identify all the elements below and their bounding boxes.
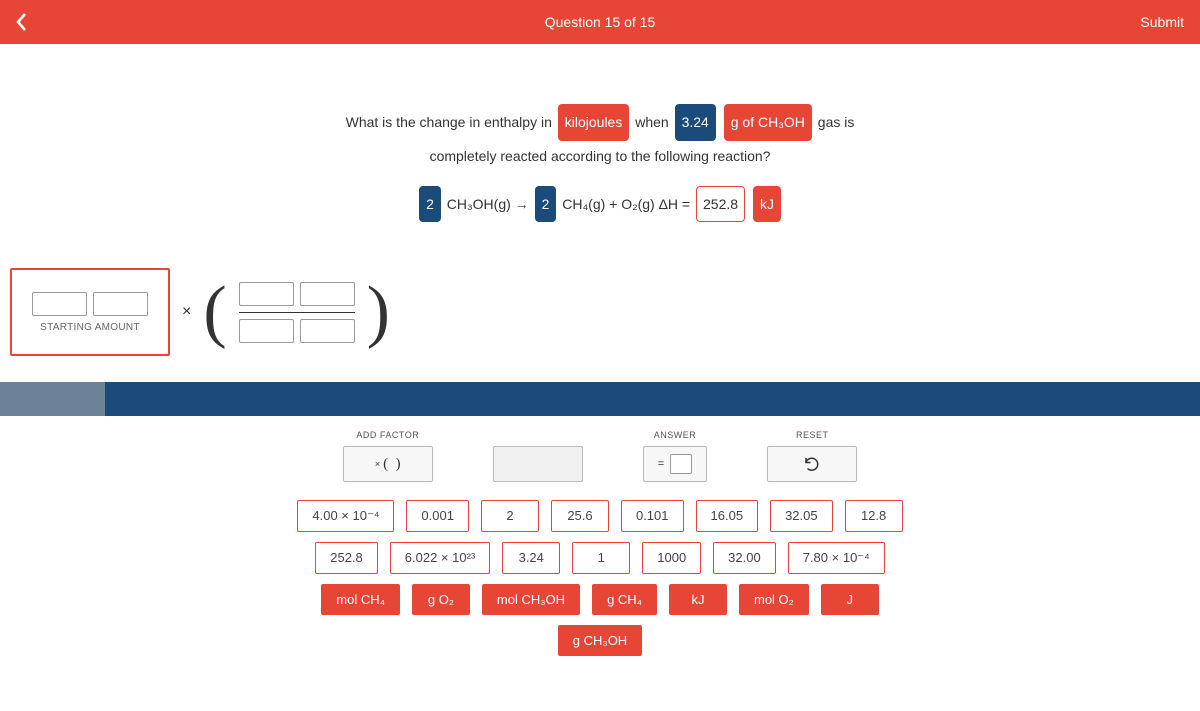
factor-den-unit[interactable] xyxy=(300,319,355,343)
start-unit-slot[interactable] xyxy=(93,292,148,316)
factor-num-value[interactable] xyxy=(239,282,294,306)
prompt-text: when xyxy=(635,114,668,130)
eq-coef: 2 xyxy=(419,186,441,223)
value-tile[interactable]: 12.8 xyxy=(845,500,903,532)
add-factor-label: ADD FACTOR xyxy=(343,430,433,440)
paren-open: ( xyxy=(203,284,226,340)
question-counter: Question 15 of 15 xyxy=(545,14,656,30)
chip-kilojoules: kilojoules xyxy=(558,104,630,141)
back-button[interactable] xyxy=(0,0,44,44)
submit-button[interactable]: Submit xyxy=(1140,14,1200,30)
value-tile[interactable]: 25.6 xyxy=(551,500,609,532)
prompt-text: What is the change in enthalpy in xyxy=(346,114,552,130)
reset-label: RESET xyxy=(767,430,857,440)
reset-button[interactable] xyxy=(767,446,857,482)
undo-icon xyxy=(803,455,821,473)
blank-label xyxy=(493,430,583,440)
starting-amount-label: STARTING AMOUNT xyxy=(40,322,140,333)
value-tile[interactable]: 2 xyxy=(481,500,539,532)
chip-substance: g of CH₃OH xyxy=(724,104,812,141)
divider-bar xyxy=(0,382,1200,416)
value-tile[interactable]: 1 xyxy=(572,542,630,574)
question-prompt: What is the change in enthalpy in kilojo… xyxy=(0,44,1200,262)
value-tile[interactable]: 7.80 × 10⁻⁴ xyxy=(788,542,885,574)
value-tile[interactable]: 252.8 xyxy=(315,542,378,574)
value-tile[interactable]: 32.00 xyxy=(713,542,776,574)
value-tile[interactable]: 4.00 × 10⁻⁴ xyxy=(297,500,394,532)
tile-row-4: g CH₃OH xyxy=(558,625,642,656)
tile-row-2: 252.8 6.022 × 10²³ 3.24 1 1000 32.00 7.8… xyxy=(315,542,885,574)
unit-tile[interactable]: kJ xyxy=(669,584,727,615)
prompt-text: gas is xyxy=(818,114,855,130)
answer-slot[interactable] xyxy=(670,454,692,474)
answer-box[interactable]: = xyxy=(643,446,707,482)
unit-tile[interactable]: mol CH₃OH xyxy=(482,584,580,615)
tile-bank: 4.00 × 10⁻⁴ 0.001 2 25.6 0.101 16.05 32.… xyxy=(0,500,1200,656)
unit-tile[interactable]: g CH₄ xyxy=(592,584,657,615)
value-tile[interactable]: 16.05 xyxy=(696,500,759,532)
value-tile[interactable]: 3.24 xyxy=(502,542,560,574)
paren-close: ) xyxy=(367,284,390,340)
value-tile[interactable]: 0.001 xyxy=(406,500,469,532)
eq-deltaH: 252.8 xyxy=(696,186,745,223)
unit-tile[interactable]: mol CH₄ xyxy=(321,584,400,615)
eq-unit: kJ xyxy=(753,186,781,223)
answer-label: ANSWER xyxy=(643,430,707,440)
unit-tile[interactable]: g O₂ xyxy=(412,584,470,615)
eq-text: CH₄(g) + O₂(g) ΔH = xyxy=(562,196,690,212)
factor-den-value[interactable] xyxy=(239,319,294,343)
value-tile[interactable]: 1000 xyxy=(642,542,701,574)
app-header: Question 15 of 15 Submit xyxy=(0,0,1200,44)
unit-tile[interactable]: g CH₃OH xyxy=(558,625,642,656)
starting-amount-box[interactable]: STARTING AMOUNT xyxy=(10,268,170,356)
unit-tile[interactable]: mol O₂ xyxy=(739,584,809,615)
start-value-slot[interactable] xyxy=(32,292,87,316)
tile-row-1: 4.00 × 10⁻⁴ 0.001 2 25.6 0.101 16.05 32.… xyxy=(297,500,902,532)
add-factor-button[interactable]: ×( ) xyxy=(343,446,433,482)
multiply-sign: × xyxy=(182,303,191,321)
conversion-factor[interactable] xyxy=(239,282,355,343)
equals-sign: = xyxy=(658,458,664,470)
times-icon: × xyxy=(375,459,380,469)
fraction-bar xyxy=(239,312,355,313)
tile-row-3: mol CH₄ g O₂ mol CH₃OH g CH₄ kJ mol O₂ J xyxy=(321,584,878,615)
value-tile[interactable]: 32.05 xyxy=(770,500,833,532)
prompt-text: completely reacted according to the foll… xyxy=(20,141,1180,172)
factor-num-unit[interactable] xyxy=(300,282,355,306)
eq-coef: 2 xyxy=(535,186,557,223)
chip-mass: 3.24 xyxy=(675,104,716,141)
controls-row: ADD FACTOR ×( ) ANSWER = RESET xyxy=(0,416,1200,500)
unit-tile[interactable]: J xyxy=(821,584,879,615)
spacer-box xyxy=(493,446,583,482)
value-tile[interactable]: 0.101 xyxy=(621,500,684,532)
chevron-left-icon xyxy=(14,11,30,33)
work-area: STARTING AMOUNT × ( ) xyxy=(0,262,1200,382)
eq-text: CH₃OH(g) → xyxy=(447,196,529,212)
value-tile[interactable]: 6.022 × 10²³ xyxy=(390,542,490,574)
